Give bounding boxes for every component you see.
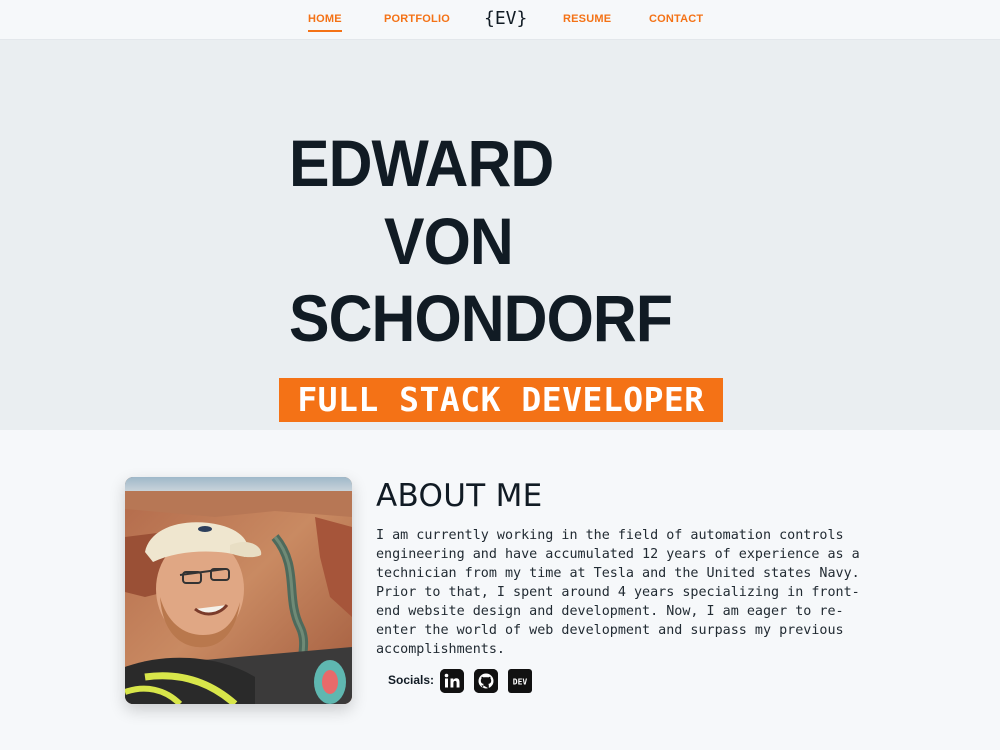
about-description: I am currently working in the field of a… (376, 528, 860, 657)
nav-home-link[interactable]: HOME (308, 13, 342, 32)
dev-icon-label: DEV (513, 678, 528, 687)
profile-photo (125, 477, 352, 704)
socials-label: Socials: (388, 673, 435, 687)
hero-role-banner: FULL STACK DEVELOPER (279, 378, 723, 422)
about-title: ABOUT ME (376, 478, 543, 514)
profile-photo-image (125, 477, 352, 704)
github-icon[interactable] (474, 669, 498, 693)
nav-contact-link[interactable]: CONTACT (649, 13, 703, 25)
nav-resume-link[interactable]: RESUME (563, 13, 611, 25)
hero-name-line-2: VON (384, 204, 514, 278)
top-navigation: HOME PORTFOLIO {EV} RESUME CONTACT (0, 0, 1000, 40)
hero-name-line-1: EDWARD (289, 126, 554, 200)
hero-name-line-3: SCHONDORF (289, 281, 673, 355)
hero-section: EDWARD VON SCHONDORF FULL STACK DEVELOPE… (0, 40, 1000, 430)
linkedin-icon[interactable] (440, 669, 464, 693)
site-logo[interactable]: {EV} (484, 8, 527, 29)
nav-portfolio-link[interactable]: PORTFOLIO (384, 13, 450, 25)
dev-icon[interactable]: DEV (508, 669, 532, 693)
